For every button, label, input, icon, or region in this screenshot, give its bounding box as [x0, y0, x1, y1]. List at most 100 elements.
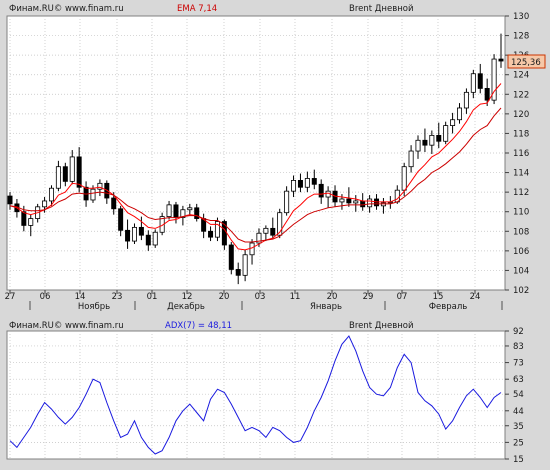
price-y-tick-label: 120 [513, 110, 529, 120]
price-x-tick-label: 06 [40, 292, 51, 302]
adx-y-tick-label: 54 [513, 390, 524, 400]
candle-body [360, 200, 366, 208]
candle-body [436, 134, 442, 142]
candle-body [484, 88, 490, 101]
adx-indicator-label: ADX(7) = 48,11 [165, 321, 232, 331]
candle-body [477, 73, 483, 89]
price-month-label: Январь [310, 302, 342, 312]
price-x-tick-label: 23 [112, 292, 123, 302]
price-y-tick-label: 122 [513, 90, 529, 100]
candle [152, 229, 158, 248]
candle-body [263, 227, 269, 234]
candle-body [346, 198, 352, 204]
price-x-tick-label: 27 [5, 292, 16, 302]
adx-y-tick-label: 44 [513, 407, 524, 417]
candle-body [7, 195, 13, 205]
candle-body [463, 91, 469, 109]
candle-body [408, 150, 414, 168]
price-x-tick-label: 20 [327, 292, 338, 302]
source-label: Финам.RU© www.finam.ru [9, 4, 124, 14]
adx-y-axis: 15 25 35 44 54 63 73 83 92 [505, 327, 524, 465]
price-x-tick-label: 29 [363, 292, 374, 302]
price-y-tick-label: 114 [513, 169, 529, 179]
price-y-tick-label: 128 [513, 32, 529, 42]
candle-body [166, 204, 172, 218]
candle-body [374, 198, 380, 207]
candle-body [304, 178, 310, 188]
candle [228, 242, 234, 275]
candle [491, 54, 497, 105]
candle-body [28, 218, 34, 226]
candle-body [48, 187, 54, 202]
candle-body [208, 230, 214, 238]
adx-y-tick-label: 35 [513, 422, 524, 432]
chart-canvas: 1021041061081101121141161181201221241261… [5, 4, 546, 465]
candle-body [498, 58, 504, 62]
candle-body [111, 197, 117, 210]
price-y-tick-label: 104 [513, 266, 529, 276]
candle-body [42, 200, 48, 208]
candle-body [339, 198, 345, 203]
candle-body [450, 119, 456, 126]
candle-body [69, 156, 75, 182]
price-x-tick-label: 11 [290, 292, 301, 302]
candle-body [21, 211, 27, 226]
adx-y-tick-label: 92 [513, 327, 524, 337]
candle-body [228, 244, 234, 270]
candle-body [249, 242, 255, 256]
candle-body [291, 179, 297, 192]
price-x-tick-label: 14 [75, 292, 86, 302]
adx-plot-area [6, 330, 506, 460]
adx-source-label: Финам.RU© www.finam.ru [9, 321, 124, 331]
price-y-tick-label: 106 [513, 247, 529, 257]
price-x-tick-label: 15 [433, 292, 444, 302]
candle-body [55, 166, 61, 189]
price-y-tick-label: 110 [513, 208, 529, 218]
candle-body [90, 188, 96, 201]
adx-y-tick-label: 73 [513, 359, 524, 369]
candle-body [76, 156, 82, 188]
adx-instrument-label: Brent Дневной [349, 321, 414, 331]
candle-body [311, 178, 317, 185]
chart-window: 1021041061081101121141161181201221241261… [0, 0, 550, 470]
candle-body [242, 254, 248, 276]
candle-body [470, 73, 476, 93]
candle-body [187, 207, 193, 211]
candle-body [152, 231, 158, 246]
price-month-label: Декабрь [167, 302, 205, 312]
price-month-label: Ноябрь [78, 302, 110, 312]
candle-body [131, 226, 137, 242]
candle-body [145, 234, 151, 246]
candle-body [401, 166, 407, 191]
price-y-tick-label: 130 [513, 12, 529, 22]
price-y-tick-label: 108 [513, 227, 529, 237]
price-x-tick-label: 01 [147, 292, 158, 302]
candle-body [367, 198, 373, 208]
candle-body [214, 221, 220, 238]
candle-body [235, 269, 241, 276]
candle-body [353, 200, 359, 204]
candle-body [422, 139, 428, 146]
candle-body [415, 139, 421, 152]
adx-y-tick-label: 63 [513, 375, 524, 385]
indicator-label: EMA 7,14 [177, 4, 217, 14]
price-month-label: Февраль [429, 302, 468, 312]
candle-body [125, 229, 131, 242]
candle-body [270, 227, 276, 236]
candle-body [284, 190, 290, 214]
price-y-tick-label: 124 [513, 71, 529, 81]
candle-body [443, 125, 449, 142]
price-x-tick-label: 07 [397, 292, 408, 302]
candle-body [62, 166, 68, 182]
last-price-marker: 125,36 [507, 54, 546, 69]
last-price-value: 125,36 [511, 58, 541, 68]
price-y-tick-label: 116 [513, 149, 529, 159]
price-y-tick-label: 102 [513, 286, 529, 296]
candle-body [118, 208, 124, 231]
candle-body [318, 183, 324, 198]
adx-y-tick-label: 25 [513, 438, 524, 448]
price-x-tick-label: 24 [470, 292, 481, 302]
adx-y-tick-label: 15 [513, 455, 524, 465]
price-x-tick-label: 12 [182, 292, 193, 302]
candle-body [429, 134, 435, 146]
